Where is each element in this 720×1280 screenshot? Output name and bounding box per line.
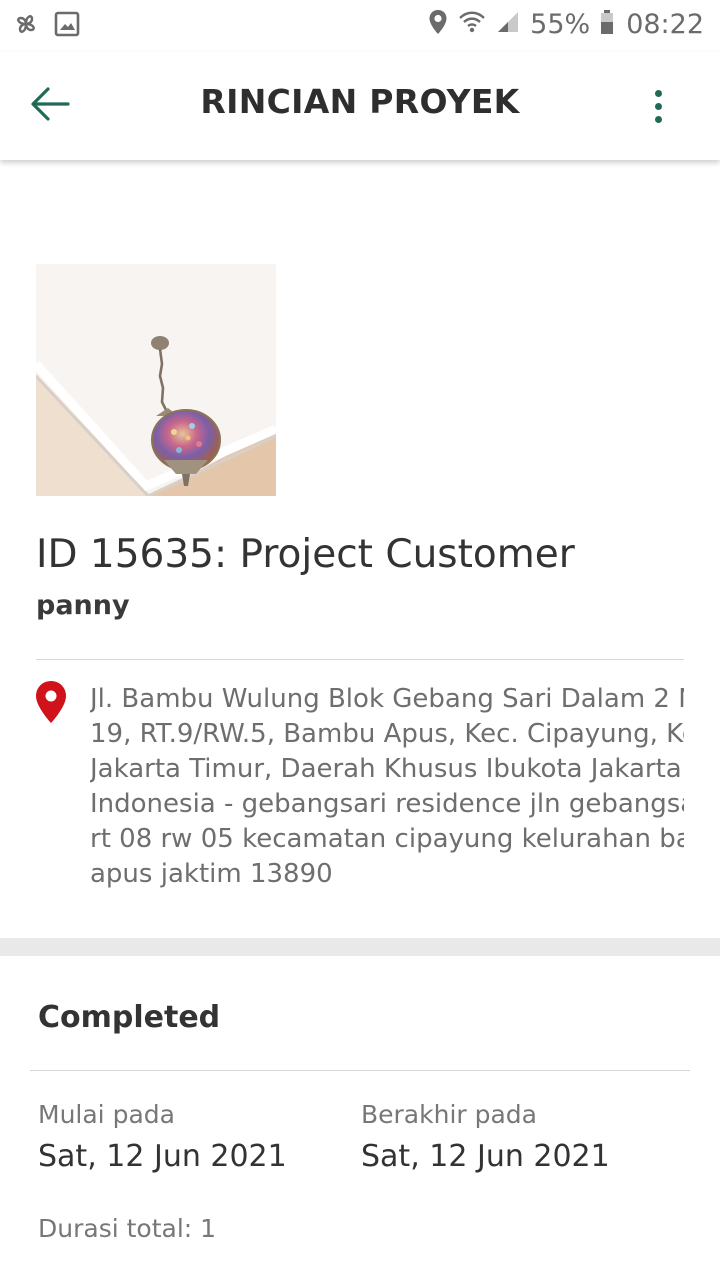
clock: 08:22 (626, 8, 704, 40)
project-status: Completed (38, 1000, 221, 1035)
end-date-label: Berakhir pada (361, 1100, 538, 1129)
location-pin-icon (34, 680, 68, 724)
address-line: apus jaktim 13890 (90, 859, 333, 889)
address-line: rt 08 rw 05 kecamatan cipayung kelurahan… (90, 824, 684, 854)
battery-percent: 55% (530, 8, 591, 40)
project-title: ID 15635: Project Customer (36, 532, 575, 577)
page-title: RINCIAN PROYEK (200, 82, 520, 121)
more-options-button[interactable] (638, 82, 678, 130)
wifi-icon (458, 9, 486, 39)
start-date-block: Mulai pada Sat, 12 Jun 2021 (38, 1100, 287, 1174)
address-line: Jakarta Timur, Daerah Khusus Ibukota Jak… (90, 754, 682, 784)
address-line: Jl. Bambu Wulung Blok Gebang Sari Dalam … (90, 684, 684, 714)
status-bar: 55% 08:22 (0, 0, 720, 52)
app-bar: RINCIAN PROYEK (0, 52, 720, 160)
section-separator (0, 938, 720, 956)
start-date-label: Mulai pada (38, 1100, 175, 1129)
project-photo[interactable] (36, 264, 276, 496)
signal-icon (496, 10, 520, 38)
end-date-value: Sat, 12 Jun 2021 (361, 1139, 610, 1174)
project-address: Jl. Bambu Wulung Blok Gebang Sari Dalam … (90, 682, 684, 892)
more-vertical-icon (654, 89, 662, 97)
start-date-value: Sat, 12 Jun 2021 (38, 1139, 287, 1174)
battery-icon (600, 9, 614, 39)
end-date-block: Berakhir pada Sat, 12 Jun 2021 (361, 1100, 610, 1174)
divider (30, 1070, 690, 1071)
pinwheel-icon (12, 10, 40, 42)
address-line: Indonesia - gebangsari residence jln geb… (90, 789, 684, 819)
location-status-icon (428, 8, 448, 40)
image-notification-icon (54, 11, 80, 41)
customer-name: panny (36, 590, 130, 621)
total-duration: Durasi total: 1 (38, 1214, 217, 1243)
divider (36, 659, 684, 660)
address-line: 19, RT.9/RW.5, Bambu Apus, Kec. Cipayung… (90, 719, 684, 749)
